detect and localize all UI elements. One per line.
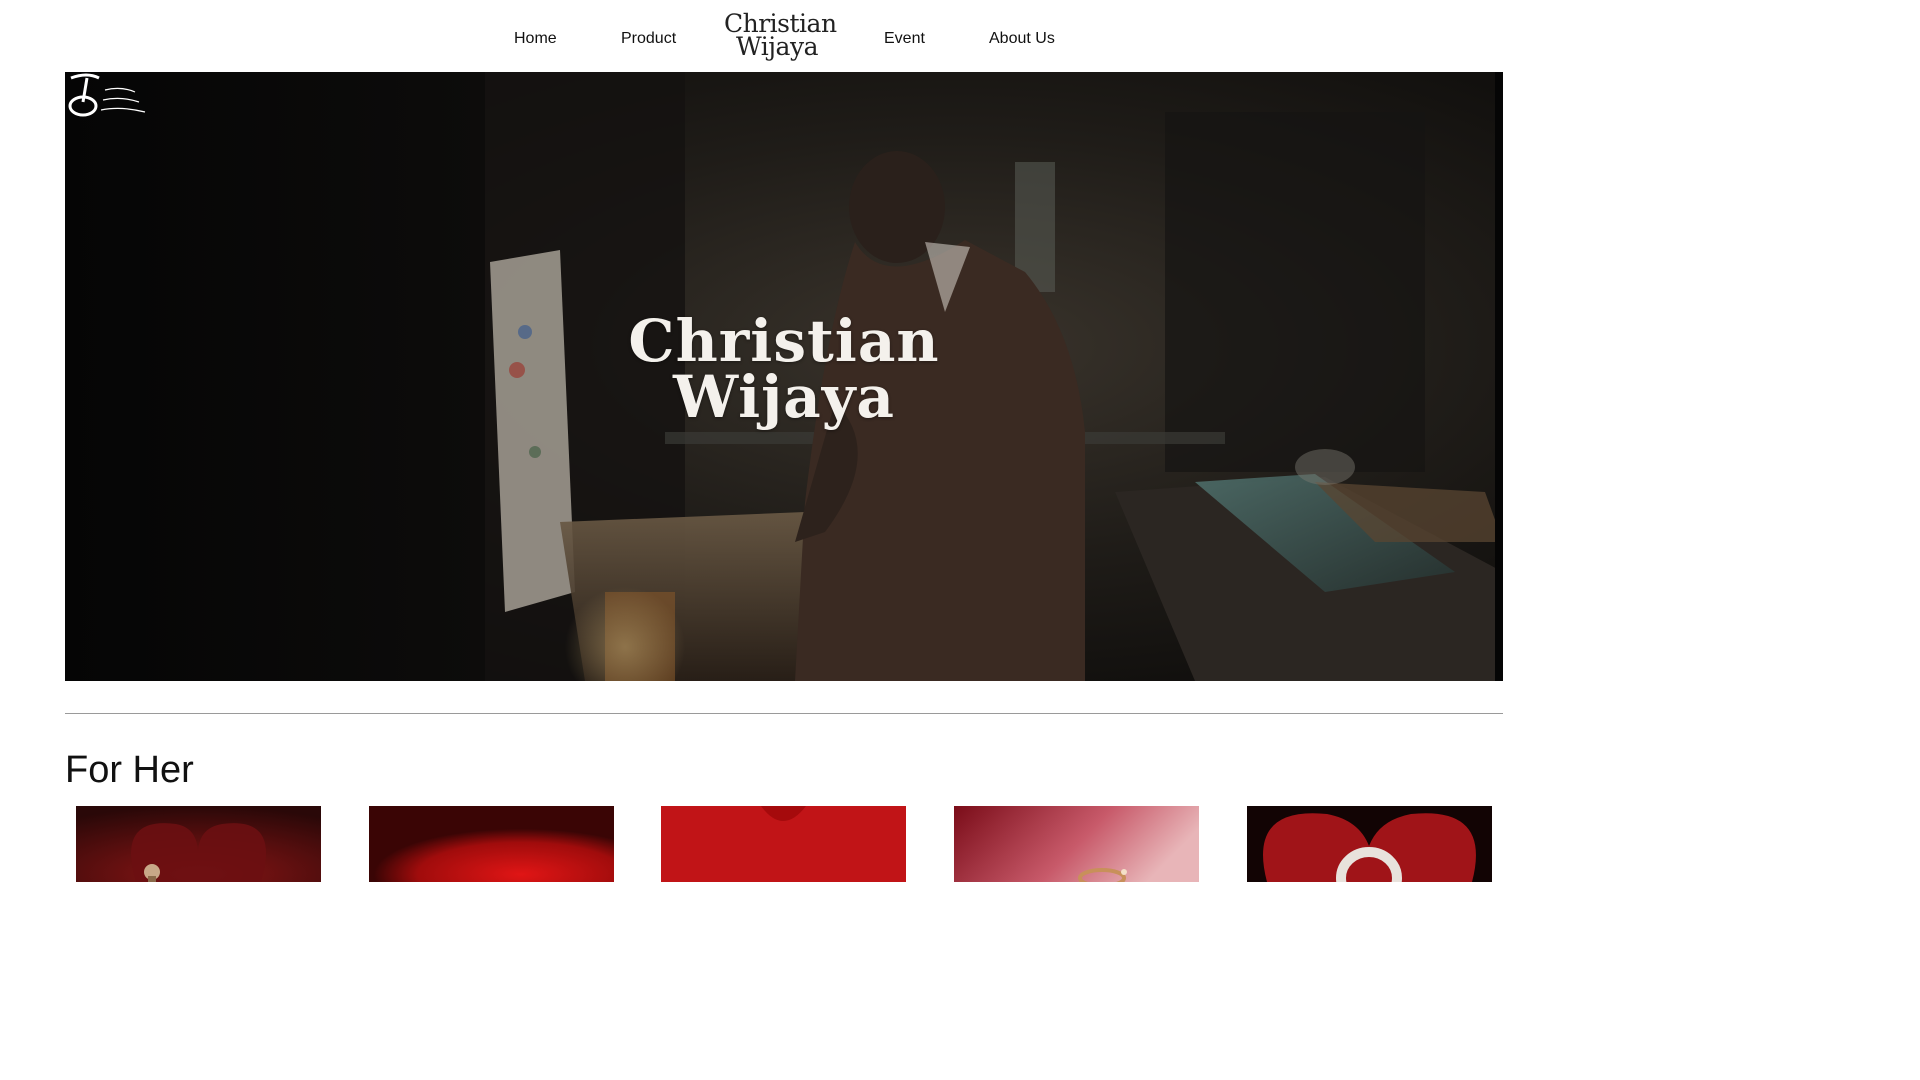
hero-video[interactable]: Christian Wijaya — [65, 72, 1503, 681]
hero-title-line1: Christian — [628, 307, 940, 375]
product-image — [1247, 806, 1492, 882]
product-card[interactable] — [1247, 806, 1492, 882]
nav-home-link[interactable]: Home — [514, 30, 557, 48]
product-card[interactable] — [954, 806, 1199, 882]
main-nav: Home Product Christian Wijaya Event Abou… — [0, 0, 1568, 72]
product-card[interactable] — [369, 806, 614, 882]
product-image — [661, 806, 906, 882]
nav-about-link[interactable]: About Us — [989, 30, 1055, 48]
nav-event-link[interactable]: Event — [884, 30, 925, 48]
page: Home Product Christian Wijaya Event Abou… — [0, 0, 1568, 882]
product-image — [76, 806, 321, 882]
brand-logo-line2: Wijaya — [736, 32, 818, 61]
product-image — [369, 806, 614, 882]
production-logo-icon — [68, 73, 146, 117]
product-list-for-her — [0, 806, 1568, 882]
section-divider — [65, 713, 1503, 714]
hero-title: Christian Wijaya — [65, 307, 1503, 431]
hero-title-line2: Wijaya — [673, 363, 895, 431]
product-card[interactable] — [661, 806, 906, 882]
product-image — [954, 806, 1199, 882]
section-title-for-her: For Her — [65, 749, 194, 791]
product-card[interactable] — [76, 806, 321, 882]
brand-logo[interactable]: Christian Wijaya — [724, 11, 837, 64]
nav-product-link[interactable]: Product — [621, 30, 676, 48]
